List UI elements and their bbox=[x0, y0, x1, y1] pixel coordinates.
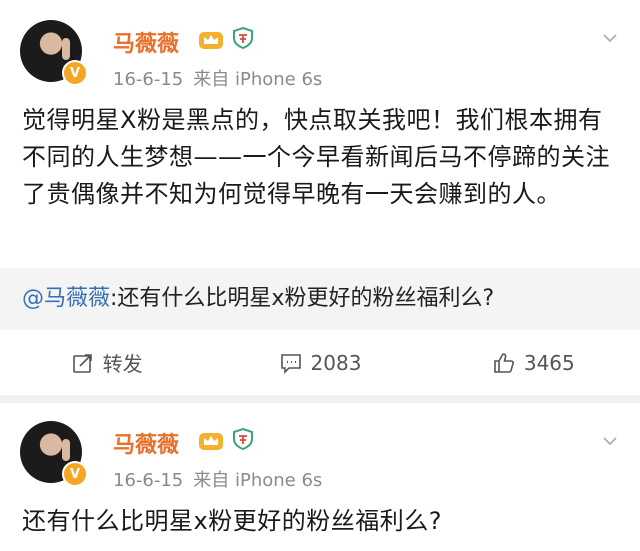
repost-label: 转发 bbox=[102, 352, 143, 376]
thumbs-up-icon bbox=[494, 352, 514, 373]
avatar[interactable]: V bbox=[20, 421, 88, 487]
post-text: 还有什么比明星x粉更好的粉丝福利么? bbox=[22, 507, 442, 535]
author-name[interactable]: 马薇薇 bbox=[113, 427, 179, 459]
avatar-hand bbox=[62, 38, 70, 60]
quoted-text: :还有什么比明星x粉更好的粉丝福利么? bbox=[110, 286, 495, 311]
post-meta: 16-6-15 来自 iPhone 6s bbox=[113, 65, 332, 91]
like-count: 3465 bbox=[523, 350, 575, 375]
quoted-post[interactable]: @马薇薇:还有什么比明星x粉更好的粉丝福利么? bbox=[0, 268, 640, 330]
like-button[interactable]: 3465 bbox=[427, 330, 640, 395]
repost-icon bbox=[72, 353, 92, 373]
crown-icon bbox=[199, 32, 223, 49]
weibo-post: V 马薇薇 16-6-15 来自 iPhone 6s 还有什么比明星x粉更好的粉丝… bbox=[0, 403, 640, 551]
avatar-hand bbox=[62, 439, 70, 461]
action-bar: 转发 2083 3465 bbox=[0, 330, 640, 395]
mention-link[interactable]: @马薇薇 bbox=[22, 286, 110, 311]
comment-count: 2083 bbox=[310, 350, 362, 375]
post-divider bbox=[0, 395, 640, 403]
shield-badge-icon bbox=[233, 26, 253, 50]
post-meta: 16-6-15 来自 iPhone 6s bbox=[113, 466, 332, 492]
post-date: 16-6-15 bbox=[113, 470, 184, 491]
chevron-down-icon[interactable] bbox=[602, 433, 618, 449]
post-source[interactable]: 来自 iPhone 6s bbox=[193, 69, 322, 90]
author-name[interactable]: 马薇薇 bbox=[113, 26, 179, 58]
repost-button[interactable]: 转发 bbox=[0, 330, 213, 395]
verified-badge-icon: V bbox=[62, 60, 88, 86]
crown-icon bbox=[199, 433, 223, 450]
weibo-post: V 马薇薇 16-6-15 来自 iPhone 6s 觉得明星X粉是黑点的，快点取… bbox=[0, 0, 640, 395]
comment-icon bbox=[280, 353, 301, 374]
avatar[interactable]: V bbox=[20, 20, 88, 86]
post-source[interactable]: 来自 iPhone 6s bbox=[193, 470, 322, 491]
post-date: 16-6-15 bbox=[113, 69, 184, 90]
post-text: 觉得明星X粉是黑点的，快点取关我吧！我们根本拥有不同的人生梦想——一个今早看新闻… bbox=[22, 106, 610, 208]
chevron-down-icon[interactable] bbox=[602, 30, 618, 46]
verified-badge-icon: V bbox=[62, 461, 88, 487]
shield-badge-icon bbox=[233, 427, 253, 451]
comment-button[interactable]: 2083 bbox=[213, 330, 426, 395]
